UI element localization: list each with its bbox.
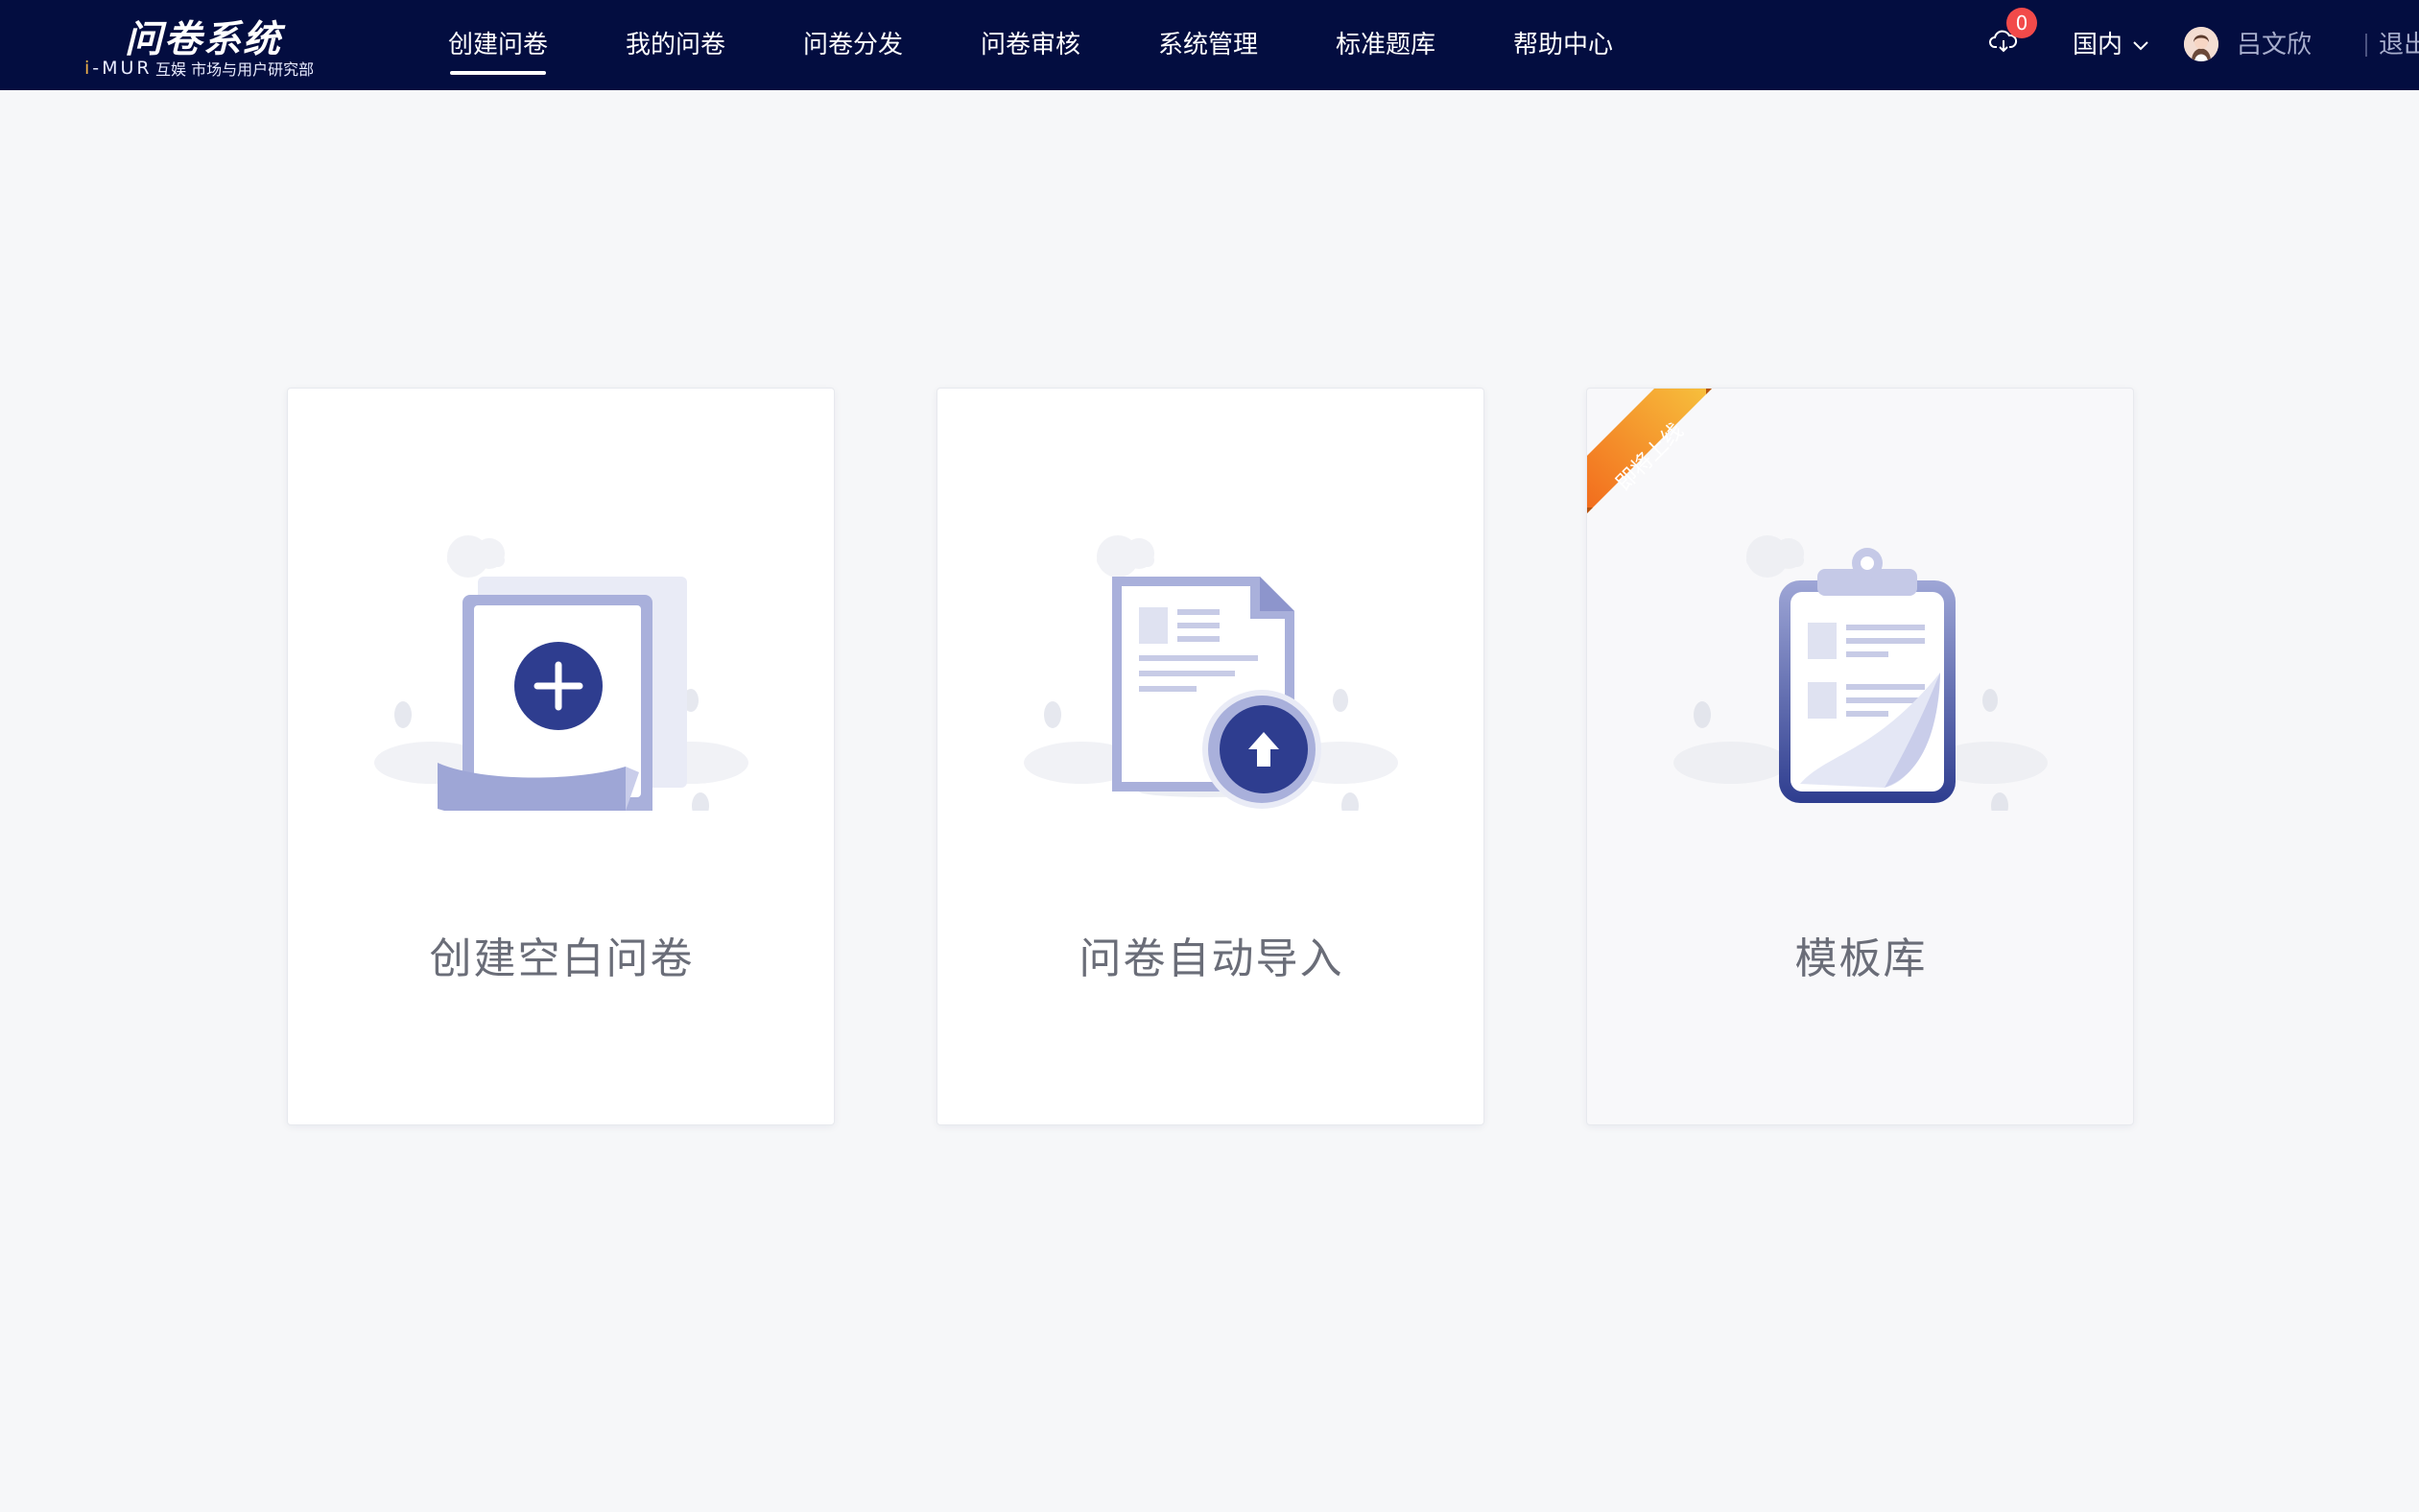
template-library-card[interactable]: 即将上线 模板库 (1586, 388, 2134, 1125)
logout-link[interactable]: 退出 (2379, 0, 2419, 90)
main-nav: 创建问卷 我的问卷 问卷分发 问卷审核 系统管理 标准题库 帮助中心 (422, 0, 1665, 90)
document-upload-icon (1024, 535, 1398, 811)
divider (2365, 34, 2367, 57)
top-navigation-bar: 问卷系统 i-MUR 互娱 市场与用户研究部 创建问卷 我的问卷 问卷分发 问卷… (0, 0, 2419, 90)
nav-item-review[interactable]: 问卷审核 (955, 0, 1132, 90)
nav-item-system-admin[interactable]: 系统管理 (1132, 0, 1310, 90)
cloud-download-button[interactable]: 0 (1989, 8, 2037, 61)
nav-item-question-bank[interactable]: 标准题库 (1310, 0, 1487, 90)
card-label: 模板库 (1794, 934, 1928, 983)
nav-item-my-surveys[interactable]: 我的问卷 (600, 0, 777, 90)
region-label: 国内 (2073, 31, 2123, 59)
nav-item-distribution[interactable]: 问卷分发 (777, 0, 955, 90)
nav-item-create[interactable]: 创建问卷 (422, 0, 600, 90)
nav-item-help-center[interactable]: 帮助中心 (1487, 0, 1665, 90)
notification-badge: 0 (2006, 8, 2037, 38)
blank-document-plus-icon (374, 535, 748, 811)
avatar[interactable] (2184, 27, 2218, 61)
auto-import-survey-card[interactable]: 问卷自动导入 (937, 388, 1484, 1125)
clipboard-template-icon (1673, 535, 2048, 811)
logo-mark: i-MUR (84, 58, 153, 79)
create-blank-survey-card[interactable]: 创建空白问卷 (287, 388, 835, 1125)
region-select[interactable]: 国内 (2073, 0, 2149, 90)
chevron-down-icon (2133, 40, 2148, 50)
logo-title: 问卷系统 (125, 18, 283, 61)
card-label: 问卷自动导入 (1079, 934, 1344, 983)
logo-subtitle: 互娱 市场与用户研究部 (155, 60, 315, 79)
username[interactable]: 吕文欣 (2237, 0, 2312, 90)
card-label: 创建空白问卷 (429, 934, 695, 983)
app-logo[interactable]: 问卷系统 i-MUR 互娱 市场与用户研究部 (84, 10, 334, 81)
